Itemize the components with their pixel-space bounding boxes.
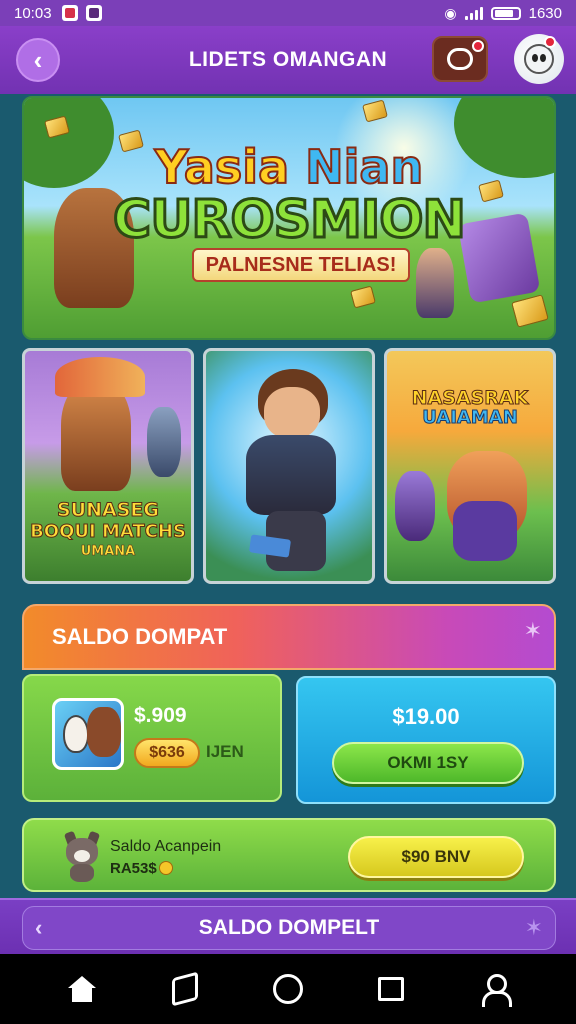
mask-character (63, 715, 89, 753)
alarm-icon: ◉ (444, 4, 457, 21)
wallet-title: SALDO DOMPAT (52, 624, 228, 649)
gold-nugget-icon (350, 285, 376, 309)
notification-app-icon (85, 5, 102, 21)
bottom-bar-title: SALDO DOMPELT (198, 916, 380, 939)
game-card-row: SUNASEG BOQUI MATCHS UMANA NASASRAK UAIA… (22, 348, 556, 584)
coin-icon (158, 861, 173, 875)
hero-title-word2: Nian (304, 139, 424, 195)
app-icon (171, 971, 198, 1007)
dog-mascot-icon (60, 830, 104, 882)
balance-amount: $.909 (134, 704, 187, 727)
coin-pill[interactable]: $636 (134, 738, 200, 768)
star-icon[interactable]: ✶ (524, 618, 542, 644)
app-header: ‹ LIDETS OMANGAN (0, 26, 576, 94)
game-card-title: SUNASEG (57, 499, 160, 522)
status-time: 10:03 (14, 4, 52, 22)
hero-ribbon: PALNESNE TELIAS! (192, 248, 410, 282)
hero-face (264, 387, 320, 439)
profile-icon (480, 974, 513, 1007)
gold-nugget-icon (511, 294, 549, 328)
fox-outfit (453, 501, 517, 561)
star-icon[interactable]: ✶ (525, 915, 543, 941)
signal-icon (464, 6, 483, 20)
hero-title-top: Yasia Nian (24, 139, 554, 195)
nav-app[interactable] (165, 969, 205, 1009)
claim-button[interactable]: $90 BNV (348, 836, 524, 878)
status-bar: 10:03 ◉ 1630 (0, 0, 576, 26)
game-card[interactable]: NASASRAK UAIAMAN (384, 348, 556, 584)
adventurer-character (416, 248, 454, 318)
row-title: Saldo Acanpein (110, 838, 222, 855)
status-right-text: 1630 (528, 4, 562, 22)
chevron-left-icon[interactable]: ‹ (35, 915, 42, 941)
row-subtitle: RA53$ (110, 860, 173, 877)
notification-badge (544, 36, 556, 48)
winged-warrior-character (61, 381, 131, 491)
game-thumbnail[interactable] (52, 698, 124, 770)
nav-circle[interactable] (268, 969, 308, 1009)
hero-body (246, 435, 336, 515)
hero-title-main: CUROSMION (112, 189, 468, 252)
chat-button[interactable] (432, 36, 488, 82)
wallet-section: SALDO DOMPAT ✶ $.909 $636 IJEN $19.00 OK… (22, 604, 556, 808)
game-card[interactable] (203, 348, 375, 584)
back-button[interactable]: ‹ (16, 38, 60, 82)
chat-bubble-icon (447, 48, 473, 70)
knight-character (147, 407, 181, 477)
system-nav-bar (0, 954, 576, 1024)
home-icon (67, 976, 96, 1002)
topup-button[interactable]: OKMI 1SY (332, 742, 524, 784)
imp-character (395, 471, 435, 541)
profile-avatar[interactable] (514, 34, 564, 84)
topup-amount: $19.00 (392, 704, 460, 729)
nav-profile[interactable] (474, 969, 514, 1009)
hero-title-word1: Yasia (154, 139, 290, 195)
game-card[interactable]: SUNASEG BOQUI MATCHS UMANA (22, 348, 194, 584)
wallet-topup-panel: $19.00 OKMI 1SY (296, 676, 556, 804)
beast-character (87, 707, 121, 757)
chevron-left-icon: ‹ (33, 44, 43, 75)
wallet-banner: SALDO DOMPAT ✶ (22, 604, 556, 670)
bottom-wallet-bar: ‹ SALDO DOMPELT ✶ (0, 898, 576, 954)
game-card-subtitle: BOQUI MATCHS (30, 521, 187, 543)
recents-icon (378, 977, 405, 1001)
wallet-balance-panel: $.909 $636 IJEN (22, 674, 282, 802)
page-title: LIDETS OMANGAN (188, 48, 388, 71)
battery-icon (490, 6, 521, 20)
circle-icon (272, 974, 303, 1004)
nav-home[interactable] (62, 969, 102, 1009)
coin-label: IJEN (206, 742, 244, 761)
row-subtitle-text: RA53$ (110, 860, 157, 877)
avatar-icon (524, 44, 554, 74)
game-card-title: NASASRAK (411, 387, 529, 410)
hero-banner[interactable]: Yasia Nian CUROSMION PALNESNE TELIAS! (22, 96, 556, 340)
notification-app-icon (61, 5, 78, 21)
wings-decoration (55, 357, 145, 397)
game-card-tag: UMANA (80, 544, 136, 560)
bottom-wallet-tab[interactable]: ‹ SALDO DOMPELT ✶ (22, 906, 556, 950)
nav-recents[interactable] (371, 969, 411, 1009)
game-card-subtitle: UAIAMAN (422, 407, 519, 429)
notification-badge (472, 40, 484, 52)
balance-row: Saldo Acanpein RA53$ $90 BNV (22, 818, 556, 892)
